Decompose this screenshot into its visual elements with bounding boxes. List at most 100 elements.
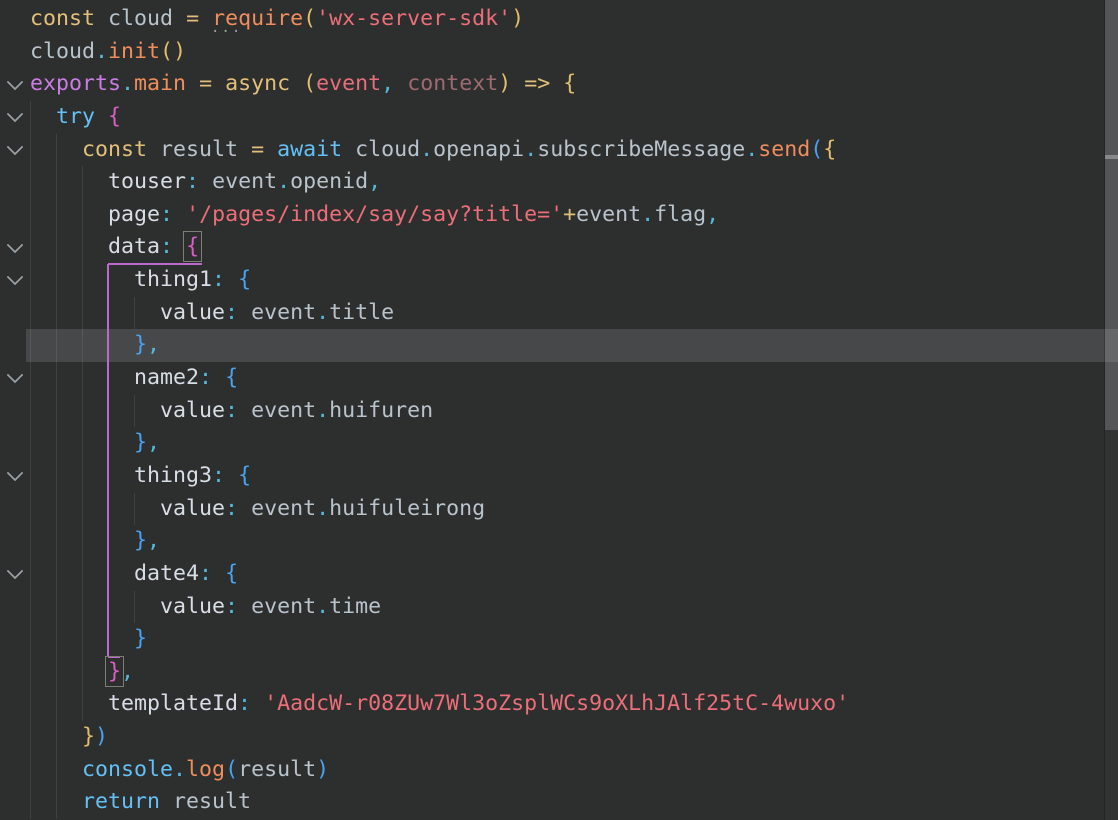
code-line[interactable]: }, [0,427,1118,460]
code-token: , [147,332,161,358]
code-token: templateId [108,691,239,717]
code-token: : [186,169,200,195]
code-text: return result [30,786,251,819]
code-line[interactable]: value: event.time [0,590,1118,624]
code-token: ( [303,71,317,97]
code-token: , [147,528,161,554]
code-token: ( [810,136,824,162]
fold-chevron-icon[interactable] [6,366,24,384]
code-line[interactable]: page: '/pages/index/say/say?title='+even… [0,198,1118,232]
code-line[interactable]: }, [0,655,1118,689]
code-token: . [121,71,135,97]
code-token: . [524,136,538,162]
code-token: = [251,136,265,162]
code-line[interactable]: value: event.huifuleirong [0,492,1118,526]
code-token: } [134,626,148,652]
scrollbar-thumb[interactable] [1105,0,1118,430]
code-token: data [108,234,161,260]
code-token: openapi [433,136,525,162]
code-editor-window: ··· const cloud = require('wx-server-sdk… [0,0,1118,820]
code-text: }, [30,329,160,362]
code-token: value [160,397,226,423]
code-line[interactable]: value: event.huifuren [0,394,1118,428]
code-token: . [173,756,187,782]
code-text: date4: { [30,558,238,591]
code-line[interactable]: console.log(result) [0,753,1118,787]
code-line[interactable]: touser: event.openid, [0,166,1118,199]
code-token: huifuren [329,397,434,423]
code-line[interactable]: const cloud = require('wx-server-sdk') [0,3,1118,36]
code-line[interactable]: exports.main = async (event, context) =>… [0,68,1118,101]
code-token: event [251,397,317,423]
code-line[interactable]: value: event.title [0,296,1118,330]
fold-chevron-icon[interactable] [6,73,24,91]
code-token: : [160,201,174,227]
fold-chevron-icon[interactable] [6,562,24,580]
code-token: flag [654,201,707,227]
code-line[interactable]: }) [0,721,1118,754]
code-token: return [82,789,161,815]
code-token: value [160,593,226,619]
code-line[interactable]: }, [0,525,1118,558]
vertical-scrollbar[interactable] [1104,0,1118,820]
code-token: cloud [30,38,96,64]
code-text: exports.main = async (event, context) =>… [30,68,576,101]
code-token: { [238,462,252,488]
code-text: data: { [30,231,203,264]
fold-chevron-icon[interactable] [6,464,24,482]
code-text: thing1: { [30,264,251,297]
code-line[interactable]: thing1: { [0,264,1118,297]
fold-chevron-icon[interactable] [6,138,24,156]
code-line[interactable]: cloud.init() [0,36,1118,69]
code-line[interactable]: date4: { [0,557,1118,591]
code-token: , [121,658,135,684]
code-line[interactable]: templateId: 'AadcW-r08ZUw7Wl3oZsplWCs9oX… [0,688,1118,722]
code-token: . [316,299,330,325]
code-line[interactable]: try { [0,100,1118,134]
fold-chevron-icon[interactable] [6,105,24,123]
code-token: ) [95,724,109,750]
code-token: } [134,528,148,554]
code-line[interactable]: data: { [0,231,1118,265]
code-line[interactable]: const result = await cloud.openapi.subsc… [0,133,1118,167]
fold-chevron-icon[interactable] [6,236,24,254]
code-token: value [160,495,226,521]
code-token: '/pages/index/say/say?title=' [186,201,564,227]
code-line[interactable]: thing3: { [0,459,1118,493]
code-text: try { [30,101,121,134]
code-token: . [316,495,330,521]
code-token: : [199,365,213,391]
code-line[interactable]: }, [0,329,1118,363]
code-token: const [30,6,96,31]
code-editor[interactable]: ··· const cloud = require('wx-server-sdk… [0,0,1118,820]
code-token: : [160,234,174,260]
code-token: : [212,462,226,488]
code-text: }) [30,721,108,754]
fold-chevron-icon[interactable] [6,268,24,286]
code-token: event [251,593,317,619]
code-line[interactable]: return result [0,786,1118,820]
code-line[interactable]: name2: { [0,362,1118,395]
code-token: ( [160,38,174,64]
code-line[interactable]: } [0,623,1118,656]
